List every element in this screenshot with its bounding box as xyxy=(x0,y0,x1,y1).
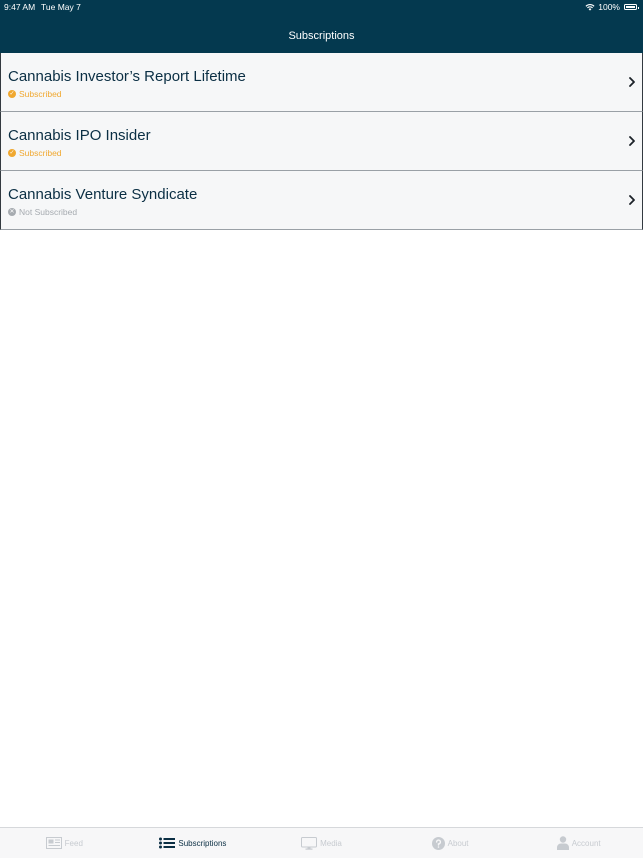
chevron-right-icon xyxy=(629,77,635,87)
tab-media[interactable]: Media xyxy=(257,828,386,858)
tab-label: About xyxy=(447,838,469,848)
subscription-title: Cannabis Venture Syndicate xyxy=(8,186,198,203)
subscription-row[interactable]: Cannabis IPO Insider ✓ Subscribed xyxy=(0,112,643,171)
wifi-icon xyxy=(585,4,595,11)
check-circle-icon: ✓ xyxy=(8,149,16,157)
subscription-title: Cannabis Investor’s Report Lifetime xyxy=(8,68,246,85)
header: 9:47 AM Tue May 7 100% Subscriptions xyxy=(0,0,643,53)
tab-bar: Feed Subscriptions Media About Account xyxy=(0,827,643,858)
tab-about[interactable]: About xyxy=(386,828,515,858)
chevron-right-icon xyxy=(629,195,635,205)
subscription-row[interactable]: Cannabis Venture Syndicate ✕ Not Subscri… xyxy=(0,171,643,230)
user-icon xyxy=(556,836,569,850)
tab-feed[interactable]: Feed xyxy=(0,828,129,858)
tab-label: Media xyxy=(320,838,342,848)
subscription-title: Cannabis IPO Insider xyxy=(8,127,151,144)
page-title: Subscriptions xyxy=(288,30,355,42)
subscription-status: ✓ Subscribed xyxy=(8,148,62,158)
status-date: Tue May 7 xyxy=(41,2,81,12)
tab-account[interactable]: Account xyxy=(514,828,643,858)
tab-label: Account xyxy=(571,838,601,848)
subscriptions-screen: 9:47 AM Tue May 7 100% Subscriptions Can… xyxy=(0,0,643,858)
status-bar: 9:47 AM Tue May 7 100% xyxy=(0,0,643,14)
status-time: 9:47 AM xyxy=(4,2,36,12)
subscription-status: ✓ Subscribed xyxy=(8,89,62,99)
tab-label: Feed xyxy=(64,838,83,848)
status-indicators: 100% xyxy=(585,2,639,12)
monitor-icon xyxy=(301,836,318,850)
battery-percent: 100% xyxy=(598,2,620,12)
subscription-status-label: Subscribed xyxy=(19,89,62,99)
tab-label: Subscriptions xyxy=(178,838,227,848)
x-circle-icon: ✕ xyxy=(8,208,16,216)
subscription-list: Cannabis Investor’s Report Lifetime ✓ Su… xyxy=(0,53,643,230)
list-icon xyxy=(159,837,176,849)
chevron-right-icon xyxy=(629,136,635,146)
subscription-status-label: Not Subscribed xyxy=(19,207,78,217)
question-icon xyxy=(431,836,445,850)
tab-subscriptions[interactable]: Subscriptions xyxy=(129,828,258,858)
check-circle-icon: ✓ xyxy=(8,90,16,98)
subscription-status-label: Subscribed xyxy=(19,148,62,158)
subscription-row[interactable]: Cannabis Investor’s Report Lifetime ✓ Su… xyxy=(0,53,643,112)
battery-icon xyxy=(624,4,639,10)
newspaper-icon xyxy=(45,837,62,849)
subscription-status: ✕ Not Subscribed xyxy=(8,207,77,217)
